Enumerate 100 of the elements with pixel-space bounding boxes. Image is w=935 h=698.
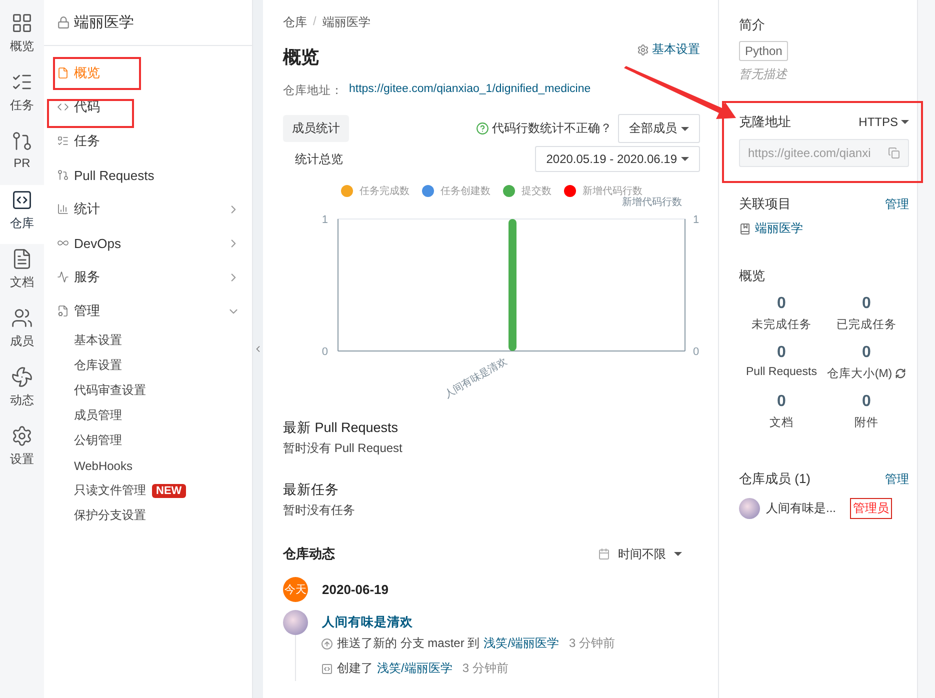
nav-subitem[interactable]: 保护分支设置 — [57, 503, 252, 528]
breadcrumb-separator: / — [313, 14, 316, 30]
rail-item[interactable]: 动态 — [0, 362, 44, 421]
member-dropdown[interactable]: 全部成员 — [618, 114, 700, 143]
push-icon — [321, 638, 333, 650]
empty-message: 暂时没有 Pull Request — [283, 440, 404, 457]
stat-label: 附件 — [854, 416, 878, 430]
user-link[interactable]: 人间有味是清欢 — [322, 614, 413, 631]
empty-message: 暂时没有任务 — [283, 502, 356, 519]
settings-icon — [11, 425, 33, 447]
branch-icon — [57, 169, 69, 181]
calendar-icon — [598, 548, 610, 560]
help-icon — [476, 122, 489, 135]
rail-item[interactable]: PR — [0, 126, 44, 185]
page-title: 概览 — [283, 46, 319, 69]
manage-link[interactable]: 管理 — [885, 470, 909, 488]
caret-icon — [681, 157, 689, 161]
fan-icon — [11, 366, 33, 388]
collapse-handle[interactable] — [253, 0, 263, 698]
help-text[interactable]: 代码行数统计不正确？ — [492, 120, 612, 137]
stat-value: 0 — [862, 295, 871, 313]
breadcrumb-link[interactable]: 仓库 — [283, 14, 307, 31]
section-title: 概览 — [739, 267, 765, 285]
nav-item[interactable]: 代码 — [57, 90, 252, 124]
nav-item[interactable]: 管理 — [57, 294, 252, 328]
tick-label: 0 — [322, 346, 328, 358]
nav-subitem[interactable]: 代码审查设置 — [57, 378, 252, 403]
nav-subitem[interactable]: 成员管理 — [57, 403, 252, 428]
section-title: 克隆地址 — [739, 113, 791, 131]
rail-item[interactable]: 成员 — [0, 303, 44, 362]
section-title: 最新任务 — [283, 481, 340, 499]
code-icon — [11, 189, 33, 211]
stat-label: 仓库大小(M) — [826, 366, 892, 381]
repo-link[interactable]: 浅笑/端丽医学 — [377, 660, 452, 677]
section-title: 简介 — [739, 16, 765, 34]
nav-subitem[interactable]: 仓库设置 — [57, 353, 252, 378]
stat-label: Pull Requests — [746, 366, 817, 378]
stat-value: 0 — [777, 344, 786, 362]
code-icon — [321, 662, 333, 674]
document-icon — [57, 67, 69, 79]
copy-icon — [888, 147, 900, 159]
stat-label: 未完成任务 — [752, 317, 812, 332]
nav-item[interactable]: DevOps — [57, 226, 252, 260]
section-title: 仓库成员 (1) — [739, 470, 810, 488]
description-text: 暂无描述 — [739, 66, 789, 83]
refresh-icon[interactable] — [895, 368, 906, 379]
category-label: 人间有味是清欢 — [442, 356, 509, 401]
event-text: 推送了新的 分支 master 到 — [337, 635, 480, 652]
section-title: 仓库动态 — [283, 545, 335, 563]
nav-item[interactable]: Pull Requests — [57, 158, 252, 192]
tick-label: 1 — [693, 214, 700, 226]
rail-item[interactable]: 任务 — [0, 67, 44, 126]
date-range-dropdown[interactable]: 2020.05.19 - 2020.06.19 — [535, 146, 700, 172]
stat-label: 已完成任务 — [836, 317, 896, 332]
event-time: 3 分钟前 — [569, 635, 616, 652]
settings-link[interactable]: 基本设置 — [637, 41, 700, 58]
role-tag: 管理员 — [850, 498, 892, 519]
stat-value: 0 — [777, 295, 786, 313]
rail-item[interactable]: 文档 — [0, 244, 44, 303]
book-icon — [739, 222, 751, 234]
tick-label: 1 — [322, 214, 328, 226]
lock-icon — [57, 16, 70, 29]
member-name[interactable]: 人间有味是... — [766, 500, 836, 517]
address-label: 仓库地址： — [283, 83, 343, 98]
new-tag: NEW — [152, 484, 186, 498]
nav-item[interactable]: 任务 — [57, 124, 252, 158]
stats-tab[interactable]: 成员统计 — [283, 115, 349, 142]
time-filter-dropdown[interactable]: 时间不限 — [598, 546, 682, 562]
rail-item[interactable]: 设置 — [0, 421, 44, 480]
today-badge: 今天 — [283, 577, 308, 602]
rail-item[interactable]: 概览 — [0, 8, 44, 67]
nav-subitem[interactable]: 基本设置 — [57, 328, 252, 353]
section-title: 关联项目 — [739, 195, 791, 213]
nav-subitem[interactable]: 公钥管理 — [57, 428, 252, 453]
document-icon — [57, 305, 69, 317]
users-icon — [11, 307, 33, 329]
grid-icon — [11, 12, 33, 34]
stat-value: 0 — [862, 393, 871, 411]
language-tag: Python — [739, 41, 788, 61]
checklist-icon — [57, 135, 69, 147]
tick-label: 0 — [693, 346, 700, 358]
stat-value: 0 — [777, 393, 786, 411]
breadcrumb-link[interactable]: 端丽医学 — [322, 14, 370, 31]
avatar — [283, 610, 308, 635]
branch-icon — [11, 130, 33, 152]
repo-link[interactable]: 浅笑/端丽医学 — [484, 635, 560, 652]
stats-subtitle: 统计总览 — [295, 150, 343, 168]
event-text: 创建了 — [337, 660, 373, 677]
rail-item[interactable]: 仓库 — [0, 185, 44, 244]
nav-subitem[interactable]: 只读文件管理 NEW — [57, 478, 252, 503]
protocol-dropdown[interactable]: HTTPS — [858, 115, 909, 129]
settings-icon — [637, 44, 649, 56]
section-title: 最新 Pull Requests — [283, 419, 400, 437]
nav-item[interactable]: 统计 — [57, 192, 252, 226]
nav-item[interactable]: 服务 — [57, 260, 252, 294]
repo-url[interactable]: https://gitee.com/qianxiao_1/dignified_medicine — [349, 83, 591, 98]
project-link[interactable]: 端丽医学 — [739, 220, 909, 237]
manage-link[interactable]: 管理 — [885, 196, 909, 212]
nav-subitem[interactable]: WebHooks — [57, 453, 252, 478]
repo-title: 端丽医学 — [74, 13, 134, 32]
